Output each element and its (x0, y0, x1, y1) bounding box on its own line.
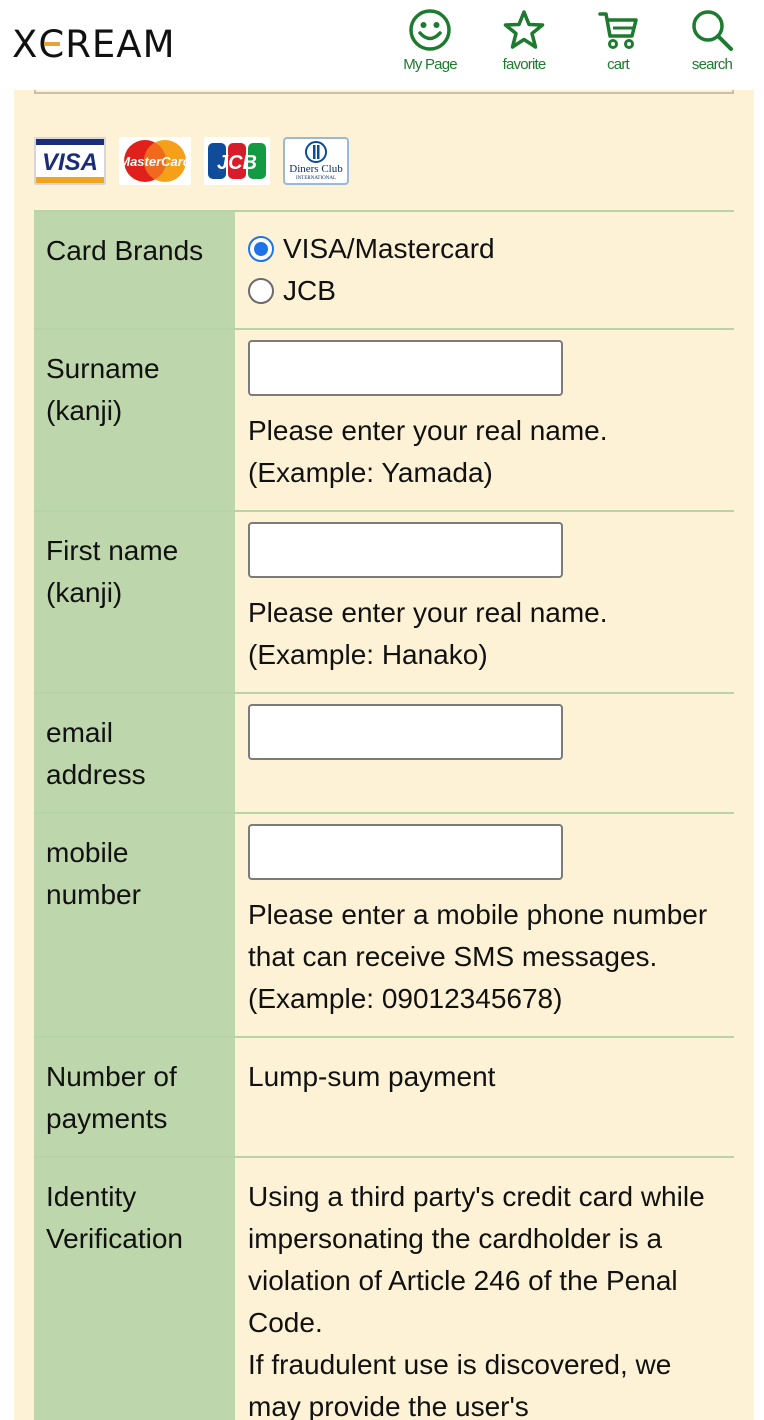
number-of-payments-label: Number of payments (34, 1038, 235, 1156)
identity-fraud-text: If fraudulent use is discovered, we may … (248, 1349, 672, 1420)
surname-label: Surname (kanji) (34, 330, 235, 510)
surname-hint: Please enter your real name. (248, 415, 608, 446)
mobile-hint: Please enter a mobile phone number that … (248, 899, 708, 972)
visa-logo: VISA (34, 137, 106, 185)
first-name-label: First name (kanji) (34, 512, 235, 692)
nav-favorite[interactable]: favorite (482, 8, 566, 82)
first-name-input[interactable] (248, 522, 563, 578)
radio-jcb-label: JCB (283, 275, 336, 306)
identity-verification-label: Identity Verification (34, 1158, 235, 1420)
card-brands-label: Card Brands (34, 212, 235, 328)
svg-text:Diners Club: Diners Club (289, 163, 343, 175)
surname-input[interactable] (248, 340, 563, 396)
row-first-name: First name (kanji) Please enter your rea… (34, 510, 734, 692)
search-icon (692, 10, 733, 51)
nav-mypage-label: My Page (403, 56, 457, 73)
svg-text:MasterCard: MasterCard (119, 154, 191, 169)
nav-mypage[interactable]: My Page (388, 8, 472, 82)
first-name-hint: Please enter your real name. (248, 597, 608, 628)
svg-text:INTERNATIONAL: INTERNATIONAL (296, 176, 336, 181)
row-identity-verification: Identity Verification Using a third part… (34, 1156, 734, 1420)
jcb-logo: JCB (204, 137, 270, 185)
row-surname: Surname (kanji) Please enter your real n… (34, 328, 734, 510)
mastercard-logo: MasterCard (119, 137, 191, 185)
radio-button[interactable] (248, 278, 274, 304)
row-number-of-payments: Number of payments Lump-sum payment (34, 1036, 734, 1156)
star-icon (503, 10, 545, 49)
radio-jcb[interactable]: JCB (248, 270, 722, 312)
email-label: email address (34, 694, 235, 812)
cart-icon (598, 12, 638, 49)
nav-favorite-label: favorite (502, 56, 547, 73)
site-header: XCREAM My Page favorite cart search (0, 0, 764, 90)
card-brand-logos: VISA MasterCard JCB Diners Club INTERNAT… (34, 137, 349, 185)
smiley-icon (409, 9, 451, 51)
number-of-payments-value: Lump-sum payment (248, 1061, 496, 1092)
first-name-example: (Example: Hanako) (248, 639, 488, 670)
section-divider (34, 90, 734, 94)
diners-club-logo: Diners Club INTERNATIONAL (283, 137, 349, 185)
nav-search-label: search (691, 56, 733, 73)
identity-warning-text: Using a third party's credit card while … (248, 1181, 705, 1338)
row-card-brands: Card Brands VISA/Mastercard JCB (34, 210, 734, 328)
email-input[interactable] (248, 704, 563, 760)
svg-text:JCB: JCB (217, 152, 257, 174)
mobile-label: mobile number (34, 814, 235, 1036)
radio-visa-mastercard-label: VISA/Mastercard (283, 233, 495, 264)
nav-cart-label: cart (607, 56, 630, 73)
xcream-logo[interactable]: XCREAM (12, 23, 176, 66)
radio-visa-mastercard[interactable]: VISA/Mastercard (248, 228, 722, 270)
row-mobile: mobile number Please enter a mobile phon… (34, 812, 734, 1036)
surname-example: (Example: Yamada) (248, 457, 493, 488)
mobile-example: (Example: 09012345678) (248, 983, 563, 1014)
row-email: email address (34, 692, 734, 812)
nav-cart[interactable]: cart (576, 8, 660, 82)
nav-search[interactable]: search (670, 8, 754, 82)
credit-card-form: Card Brands VISA/Mastercard JCB Surname … (34, 210, 734, 1420)
payment-panel: VISA MasterCard JCB Diners Club INTERNAT… (14, 90, 754, 1420)
mobile-input[interactable] (248, 824, 563, 880)
radio-button-selected[interactable] (248, 236, 274, 262)
